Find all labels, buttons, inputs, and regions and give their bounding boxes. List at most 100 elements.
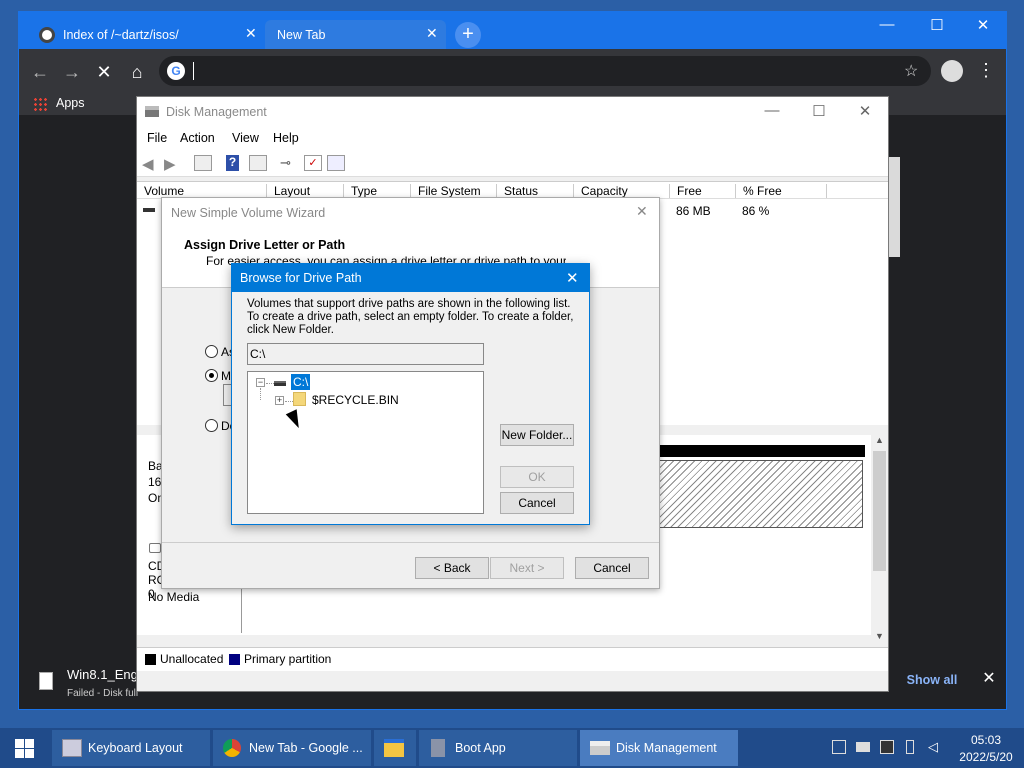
col-capacity[interactable]: Capacity xyxy=(574,184,670,198)
close-button[interactable]: ✕ xyxy=(850,102,880,122)
partition-header-bar xyxy=(659,445,865,457)
chrome-icon xyxy=(223,739,241,757)
radio-assign-letter[interactable] xyxy=(205,345,218,358)
volume-icon xyxy=(143,208,155,212)
task-file-explorer[interactable] xyxy=(374,730,416,766)
tab-new-tab[interactable]: New Tab ✕ xyxy=(265,20,446,50)
col-type[interactable]: Type xyxy=(344,184,411,198)
usb-icon[interactable] xyxy=(906,740,914,754)
apps-grid-icon[interactable] xyxy=(33,97,47,111)
address-input[interactable] xyxy=(193,62,893,80)
cdrom-icon xyxy=(149,543,161,553)
drive-icon xyxy=(274,381,286,386)
folder-tree[interactable]: − C:\ + $RECYCLE.BIN xyxy=(247,371,484,514)
menu-view[interactable]: View xyxy=(232,131,259,145)
tab-close-icon[interactable]: ✕ xyxy=(426,25,438,42)
task-label: Keyboard Layout xyxy=(88,741,183,755)
address-bar[interactable]: G ☆ xyxy=(159,56,931,86)
back-icon[interactable]: ◀ xyxy=(142,155,160,173)
start-button[interactable] xyxy=(0,728,48,768)
tree-item-drive[interactable]: C:\ xyxy=(291,374,311,390)
cancel-button[interactable]: Cancel xyxy=(500,492,574,514)
cancel-button[interactable]: Cancel xyxy=(575,557,649,579)
apps-link[interactable]: Apps xyxy=(56,96,85,110)
close-shelf-icon[interactable]: ✕ xyxy=(979,669,999,689)
task-label: New Tab - Google ... xyxy=(249,741,363,755)
unallocated-partition[interactable] xyxy=(659,460,863,528)
clock-date[interactable]: 2022/5/20 xyxy=(956,750,1016,764)
task-keyboard-layout[interactable]: Keyboard Layout xyxy=(52,730,210,766)
next-button[interactable]: Next > xyxy=(490,557,564,579)
dialog-description: Volumes that support drive paths are sho… xyxy=(247,298,574,336)
stop-icon[interactable]: ✕ xyxy=(93,61,115,83)
task-disk-management[interactable]: Disk Management xyxy=(580,730,738,766)
wizard-title: New Simple Volume Wizard xyxy=(171,206,326,220)
title-bar: Disk Management — ☐ ✕ xyxy=(137,97,888,127)
forward-arrow-icon[interactable]: → xyxy=(61,61,83,83)
profile-avatar-icon[interactable] xyxy=(941,60,963,82)
volume-free-space: 86 MB xyxy=(676,204,711,218)
display-icon[interactable] xyxy=(880,740,894,754)
console-tree-icon[interactable] xyxy=(194,155,212,171)
col-volume[interactable]: Volume xyxy=(137,184,267,198)
task-label: Disk Management xyxy=(616,741,717,755)
check-icon[interactable]: ✓ xyxy=(304,155,322,171)
settings-icon[interactable] xyxy=(327,155,345,171)
scroll-up-icon[interactable]: ▲ xyxy=(875,435,884,445)
col-free-space[interactable]: Free Spa... xyxy=(670,184,736,212)
new-folder-button[interactable]: New Folder... xyxy=(500,424,574,446)
file-icon xyxy=(39,672,53,690)
col-status[interactable]: Status xyxy=(497,184,574,198)
bookmark-star-icon[interactable]: ☆ xyxy=(904,61,918,81)
page-scrollbar[interactable] xyxy=(889,157,900,257)
show-all-button[interactable]: Show all xyxy=(893,665,971,695)
expand-icon[interactable]: + xyxy=(275,396,284,405)
legend-label-primary: Primary partition xyxy=(244,652,332,666)
browse-drive-path-dialog: Browse for Drive Path ✕ Volumes that sup… xyxy=(231,263,590,525)
download-filename[interactable]: Win8.1_Engl xyxy=(67,667,137,682)
clock-time[interactable]: 05:03 xyxy=(956,733,1016,747)
back-button[interactable]: < Back xyxy=(415,557,489,579)
browser-menu-icon[interactable]: ⋮ xyxy=(977,60,995,81)
legend-swatch-primary xyxy=(229,654,240,665)
minimize-button[interactable]: — xyxy=(872,16,902,38)
ok-button[interactable]: OK xyxy=(500,466,574,488)
menu-file[interactable]: File xyxy=(147,131,167,145)
close-icon[interactable]: ✕ xyxy=(636,203,648,220)
close-button[interactable]: ✕ xyxy=(968,16,998,38)
tab-index-isos[interactable]: Index of /~dartz/isos/ ✕ xyxy=(19,20,265,50)
boot-app-icon xyxy=(431,739,445,757)
toolbar: ◀ ▶ ? ⊸ ✓ xyxy=(137,149,888,177)
tree-line xyxy=(285,401,293,402)
close-icon[interactable]: ✕ xyxy=(566,269,579,287)
radio-mount-folder[interactable] xyxy=(205,369,218,382)
network-icon[interactable] xyxy=(832,740,846,754)
connect-icon[interactable]: ⊸ xyxy=(280,155,298,171)
back-arrow-icon[interactable]: ← xyxy=(29,61,51,83)
forward-icon[interactable]: ▶ xyxy=(164,155,182,173)
task-chrome[interactable]: New Tab - Google ... xyxy=(213,730,371,766)
menu-action[interactable]: Action xyxy=(180,131,215,145)
collapse-icon[interactable]: − xyxy=(256,378,265,387)
taskbar: Keyboard Layout New Tab - Google ... Boo… xyxy=(0,728,1024,768)
maximize-button[interactable]: ☐ xyxy=(922,16,952,38)
scroll-down-icon[interactable]: ▼ xyxy=(875,631,884,641)
home-icon[interactable]: ⌂ xyxy=(126,61,148,83)
lower-pane-scrollbar[interactable]: ▲ ▼ xyxy=(871,435,888,645)
tree-item-folder[interactable]: $RECYCLE.BIN xyxy=(312,393,399,407)
col-pct-free[interactable]: % Free xyxy=(736,184,827,198)
properties-icon[interactable] xyxy=(249,155,267,171)
minimize-button[interactable]: — xyxy=(757,102,787,122)
keyboard-icon[interactable] xyxy=(856,742,870,752)
radio-no-letter[interactable] xyxy=(205,419,218,432)
new-tab-button[interactable]: + xyxy=(455,22,481,48)
maximize-button[interactable]: ☐ xyxy=(804,102,834,122)
menu-help[interactable]: Help xyxy=(273,131,299,145)
task-boot-app[interactable]: Boot App xyxy=(419,730,577,766)
col-layout[interactable]: Layout xyxy=(267,184,344,198)
tab-close-icon[interactable]: ✕ xyxy=(245,25,257,42)
help-icon[interactable]: ? xyxy=(226,155,239,171)
col-file-system[interactable]: File System xyxy=(411,184,497,198)
scrollbar-thumb[interactable] xyxy=(873,451,886,571)
volume-muted-icon[interactable]: ◁ xyxy=(928,740,942,754)
